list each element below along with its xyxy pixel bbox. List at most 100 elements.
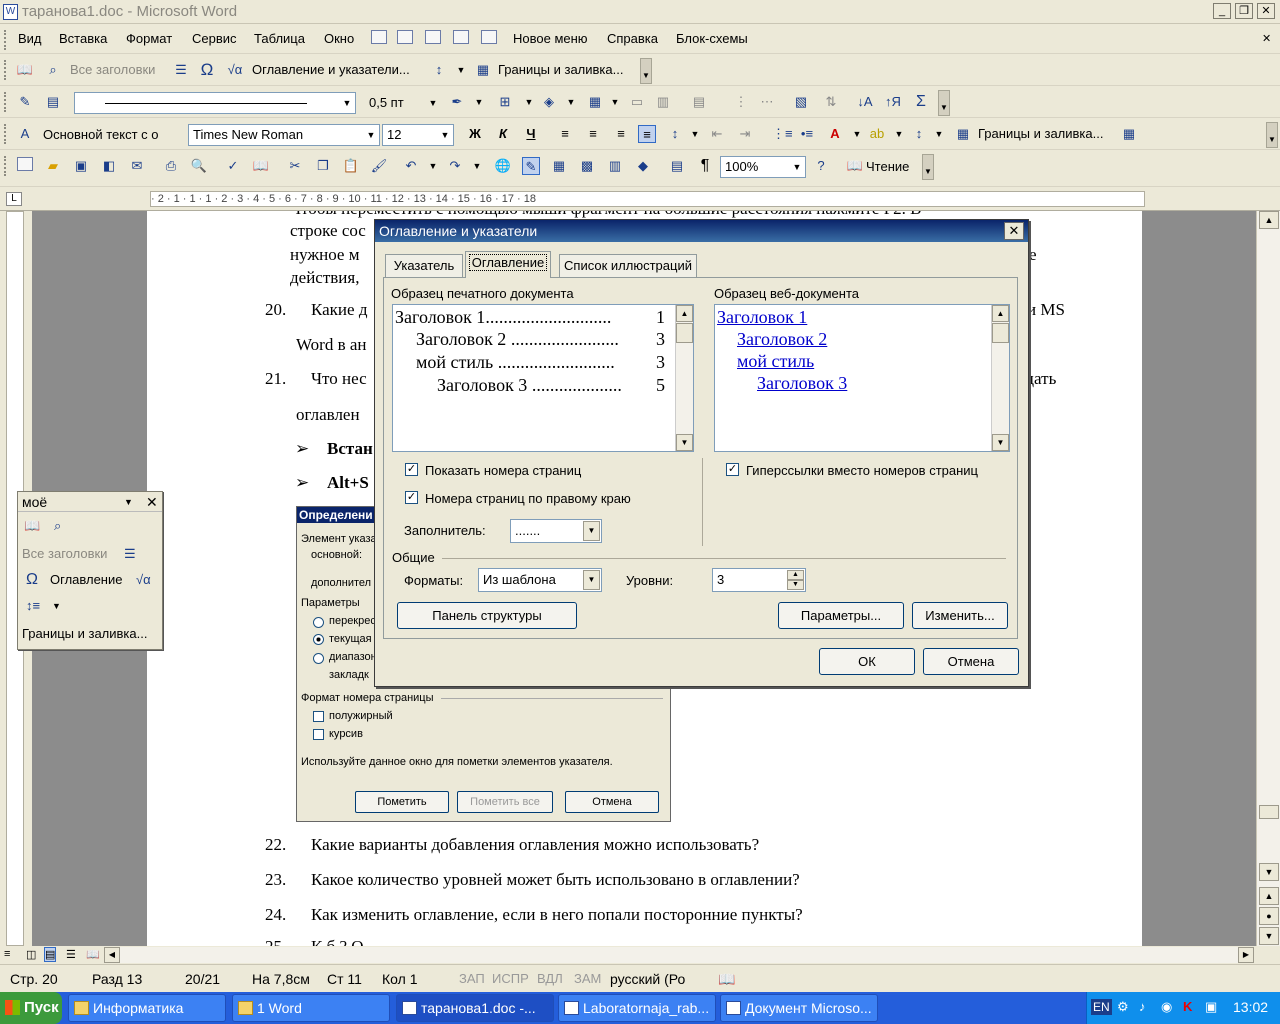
decrease-indent-icon[interactable]: ⇤ (708, 125, 726, 143)
insert-table-icon[interactable]: ▦ (550, 157, 568, 175)
status-rec[interactable]: ЗАП (459, 971, 485, 986)
dialog-title[interactable]: Оглавление и указатели ✕ (375, 220, 1028, 242)
chevron-down-icon[interactable]: ▼ (930, 125, 948, 143)
line-spacing-icon[interactable]: ↕ (910, 125, 928, 143)
align-left-icon[interactable]: ≡ (556, 125, 574, 143)
floating-toolbar[interactable]: моё ▼ ✕ 📖 ⌕ Все заголовки ☰ Ω Оглавление… (17, 491, 163, 650)
form-icon[interactable]: ▤ (44, 93, 62, 111)
horizontal-scrollbar[interactable]: ≡ ◫ ▤ ☰ 📖 ◀ ▶ (0, 946, 1256, 964)
clock[interactable]: 13:02 (1233, 999, 1268, 1015)
distribute-cols-icon[interactable]: ⋯ (758, 93, 776, 111)
next-page-icon[interactable]: ▼ (1259, 927, 1279, 945)
chevron-down-icon[interactable]: ▼ (470, 93, 488, 111)
zoom-select[interactable]: 100% ▼ (720, 156, 806, 178)
hscroll-track[interactable] (120, 947, 1238, 963)
antivirus-icon[interactable]: ◉ (1161, 999, 1172, 1015)
menu-format[interactable]: Формат (126, 29, 172, 49)
stepper-down-icon[interactable]: ▼ (787, 580, 804, 590)
menu-insert[interactable]: Вставка (59, 29, 107, 49)
binoculars-icon[interactable]: ⌕ (44, 61, 62, 79)
omega-icon[interactable]: Ω (26, 568, 38, 592)
ok-button[interactable]: ОК (819, 648, 915, 675)
chevron-down-icon[interactable]: ▼ (520, 93, 538, 111)
menu-new-menu[interactable]: Новое меню (513, 29, 588, 49)
scroll-right-icon[interactable]: ▶ (1238, 947, 1254, 963)
paste-icon[interactable] (396, 30, 414, 48)
research-icon[interactable]: 📖 (252, 157, 270, 175)
line-spacing-icon[interactable]: ↕≡ (26, 594, 40, 618)
menu-help[interactable]: Справка (607, 29, 658, 49)
redo-icon[interactable]: ↷ (446, 157, 464, 175)
binoculars-icon[interactable]: ⌕ (54, 514, 61, 538)
chevron-down-icon[interactable]: ▼ (890, 125, 908, 143)
align-cell-icon[interactable]: ▤ (690, 93, 708, 111)
tab-stop-selector[interactable]: L (6, 192, 22, 206)
hyperlink-icon[interactable]: 🌐 (494, 157, 512, 175)
menu-tools[interactable]: Сервис (192, 29, 237, 49)
floating-toolbar-title[interactable]: моё ▼ ✕ (18, 492, 162, 512)
headings-list-icon[interactable]: ☰ (124, 542, 136, 566)
minimize-button[interactable]: _ (1213, 3, 1231, 19)
autoformat-icon[interactable]: ▧ (792, 93, 810, 111)
toolbar-grip[interactable] (4, 30, 8, 50)
toolbar-grip[interactable] (4, 92, 8, 112)
save-icon[interactable]: ▣ (72, 157, 90, 175)
undo-icon[interactable]: ↶ (402, 157, 420, 175)
omega-icon[interactable]: Ω (198, 61, 216, 79)
borders-icon[interactable]: ▦ (474, 61, 492, 79)
toolbar-options-chevron[interactable]: ▼ (640, 58, 652, 84)
table-borders-icon[interactable]: ⊞ (496, 93, 514, 111)
style-select[interactable]: Основной текст с о (38, 124, 188, 146)
cancel-button[interactable]: Отмена (923, 648, 1019, 675)
sort-desc-icon[interactable]: ↑Я (884, 93, 902, 111)
align-center-icon[interactable]: ≡ (584, 125, 602, 143)
equation-icon[interactable]: √α (136, 568, 151, 592)
merge-cells-icon[interactable]: ▭ (628, 93, 646, 111)
pen-color-icon[interactable]: ✒ (448, 93, 466, 111)
distribute-rows-icon[interactable]: ⋮ (732, 93, 750, 111)
font-color-icon[interactable]: A (826, 125, 844, 143)
print-view-icon[interactable]: ▤ (44, 947, 57, 962)
columns-icon[interactable]: ▥ (606, 157, 624, 175)
headings-list-icon[interactable]: ☰ (172, 61, 190, 79)
chevron-down-icon[interactable]: ▼ (52, 594, 61, 618)
help-icon[interactable]: ? (812, 157, 830, 175)
menu-window[interactable]: Окно (324, 29, 354, 49)
show-hide-icon[interactable]: ¶ (696, 157, 714, 175)
modify-button[interactable]: Изменить... (912, 602, 1008, 629)
formats-select[interactable]: Из шаблона ▼ (478, 568, 602, 592)
close-icon[interactable]: ✕ (146, 492, 158, 512)
web-view-icon[interactable]: ◫ (26, 948, 36, 961)
print-icon[interactable]: ⎙ (162, 157, 180, 175)
stepper-up-icon[interactable]: ▲ (787, 570, 804, 580)
options-button[interactable]: Параметры... (778, 602, 904, 629)
status-trk[interactable]: ИСПР (492, 971, 529, 986)
sort-asc-icon[interactable]: ↓A (856, 93, 874, 111)
kaspersky-icon[interactable]: K (1183, 999, 1192, 1014)
borders-button[interactable]: Границы и заливка... (22, 622, 147, 646)
new-doc-icon[interactable] (370, 30, 388, 48)
insert-excel-icon[interactable]: ▩ (578, 157, 596, 175)
web-preview-scrollbar[interactable]: ▲ ▼ (991, 305, 1009, 451)
line-spacing-icon[interactable]: ↕ (666, 125, 684, 143)
network-icon[interactable]: ⚙ (1117, 999, 1129, 1015)
italic-button[interactable]: К (494, 125, 512, 143)
taskbar-item[interactable]: 1 Word (232, 994, 390, 1022)
show-page-numbers-checkbox[interactable]: ✓ (405, 463, 418, 476)
split-cells-icon[interactable]: ▥ (654, 93, 672, 111)
underline-button[interactable]: Ч (522, 125, 540, 143)
format-painter-icon[interactable]: 🖌 (370, 157, 388, 175)
chevron-down-icon[interactable]: ▼ (468, 157, 486, 175)
fill-color-icon[interactable]: ◈ (540, 93, 558, 111)
borders-icon[interactable]: ▦ (954, 125, 972, 143)
scroll-down-icon[interactable]: ▼ (992, 434, 1009, 451)
toolbar-options-chevron[interactable]: ▼ (938, 90, 950, 116)
status-ovr[interactable]: ЗАМ (574, 971, 601, 986)
borders-icon[interactable]: ▦ (1120, 125, 1138, 143)
outline-view-icon[interactable]: ☰ (66, 948, 76, 961)
hyperlinks-label[interactable]: Гиперссылки вместо номеров страниц (746, 463, 978, 478)
toolbar-grip[interactable] (4, 60, 8, 80)
levels-stepper[interactable]: 3 ▲ ▼ (712, 568, 806, 592)
increase-indent-icon[interactable]: ⇥ (736, 125, 754, 143)
print-preview-scrollbar[interactable]: ▲ ▼ (675, 305, 693, 451)
